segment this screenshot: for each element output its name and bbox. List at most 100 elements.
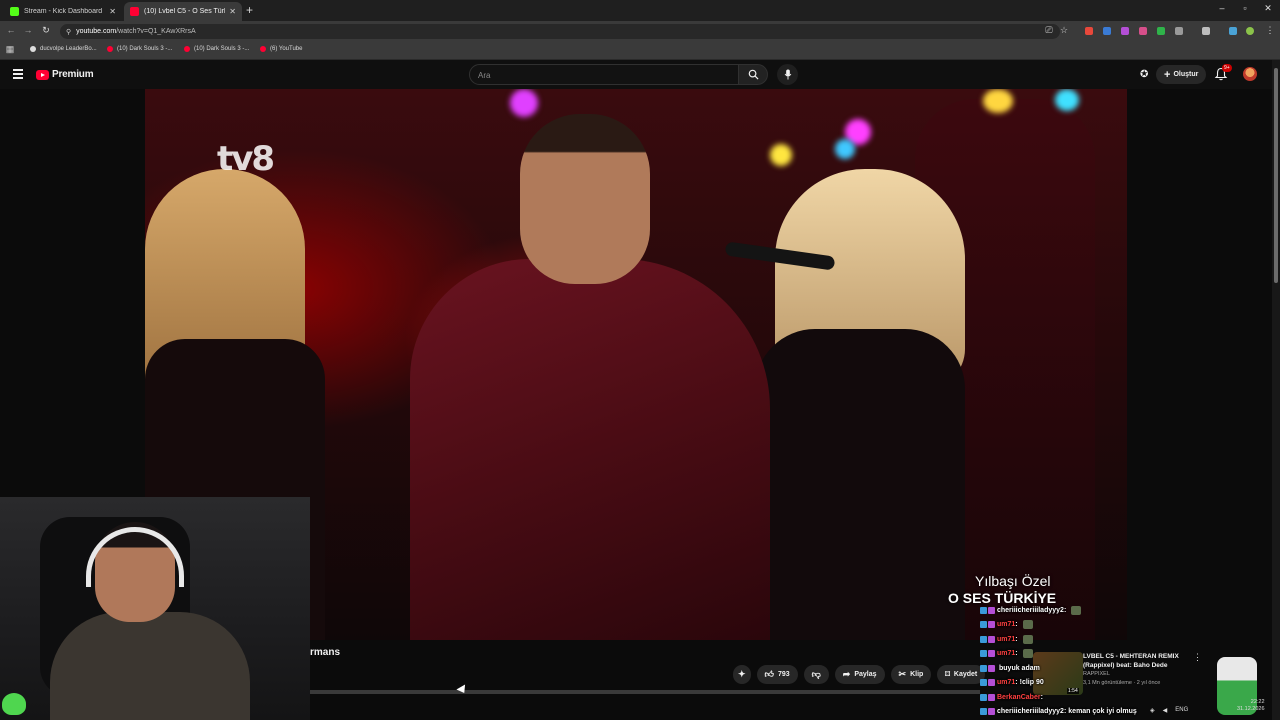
chat-separator: :	[1015, 650, 1018, 658]
more-options-icon[interactable]: ⋮	[1193, 652, 1202, 663]
chat-badges	[980, 693, 995, 701]
side-panel-icon[interactable]	[1202, 27, 1210, 35]
chat-username[interactable]: cheriiicheriiiladyyy2	[997, 607, 1064, 614]
like-button[interactable]: 👍︎ 793	[756, 665, 798, 684]
forward-arrow-icon[interactable]: →	[22, 25, 34, 35]
minimize-button[interactable]: –	[1215, 3, 1229, 13]
system-clock[interactable]: 22:22 31.12.2026	[1237, 699, 1265, 713]
search-input[interactable]: Ara	[469, 64, 739, 85]
youtube-masthead: Premium Ara ✪ + Oluştur 9+	[0, 60, 1280, 89]
extension-icon[interactable]	[1085, 27, 1093, 35]
search-button[interactable]	[738, 64, 768, 85]
green-emote-icon	[2, 693, 26, 715]
chat-username[interactable]: um71	[997, 636, 1015, 643]
stream-chat-overlay: cheriiicheriiiladyyy2 : um71 : um71 : um71 …	[980, 603, 1180, 719]
back-arrow-icon[interactable]: ←	[5, 25, 17, 35]
url-host: youtube.com	[76, 28, 117, 35]
extension-icon[interactable]	[1121, 27, 1129, 35]
chat-emote-icon	[1022, 620, 1033, 630]
extensions-puzzle-icon[interactable]	[1175, 27, 1183, 35]
chat-separator: :	[1015, 679, 1018, 687]
extension-icon[interactable]	[1139, 27, 1147, 35]
video-frame-performer	[410, 259, 770, 640]
subscriber-badge-icon	[988, 650, 995, 658]
chat-separator: :	[1015, 635, 1018, 643]
menu-hamburger-icon[interactable]	[13, 69, 23, 79]
profile-avatar-icon[interactable]	[1246, 27, 1254, 35]
language-indicator[interactable]: ENG	[1175, 707, 1188, 713]
reload-icon[interactable]: ↻	[40, 25, 52, 36]
bookmark-item[interactable]: ducvolpe LeaderBo...	[30, 46, 97, 52]
address-bar[interactable]: ⚲ youtube.com /watch?v=Q1_KAwXRrsA	[60, 24, 1060, 39]
extension-icon[interactable]	[1229, 27, 1237, 35]
thumbs-down-icon: 👎︎	[811, 669, 821, 679]
bookmark-star-icon[interactable]: ☆	[1058, 25, 1070, 36]
create-button[interactable]: + Oluştur	[1156, 65, 1207, 84]
browser-menu-icon[interactable]: ⋮	[1264, 25, 1276, 36]
chat-username[interactable]: cheriiicheriiiladyyy2	[997, 708, 1064, 715]
chat-separator: :	[1063, 708, 1067, 716]
stage-light	[770, 144, 792, 166]
tab-youtube-video[interactable]: (10) Lvbel C5 - O Ses Türkiy... ✕	[124, 2, 242, 21]
video-actions: ✦ 👍︎ 793 👎︎ ➦ Paylaş ✂ Klip ⌑ Kaydet	[733, 665, 986, 684]
dislike-button[interactable]: 👎︎	[803, 665, 829, 684]
new-tab-button[interactable]: +	[246, 3, 253, 17]
subscriber-badge-icon	[988, 708, 995, 716]
bookmark-item[interactable]: (10) Dark Souls 3 -...	[107, 46, 172, 52]
stage-light	[983, 89, 1013, 113]
tab-kick-dashboard[interactable]: Stream - Kick Dashboard ✕	[4, 2, 122, 21]
bookmark-item[interactable]: (10) Dark Souls 3 -...	[184, 46, 249, 52]
chat-username[interactable]: BerkanCaber	[997, 694, 1041, 701]
tab-label: (10) Lvbel C5 - O Ses Türkiy...	[144, 8, 225, 15]
volume-icon[interactable]: ◀	[1163, 707, 1168, 714]
chat-emote-icon	[1022, 634, 1033, 644]
chat-message: um71 :	[980, 647, 1180, 662]
tab-label: Stream - Kick Dashboard	[24, 8, 103, 15]
premium-hype-button[interactable]: ✦	[733, 665, 751, 684]
chat-username[interactable]: um71	[997, 650, 1015, 657]
subscriber-badge-icon	[980, 708, 987, 716]
youtube-premium-logo[interactable]: Premium	[36, 69, 94, 80]
share-button[interactable]: ➦ Paylaş	[834, 665, 885, 684]
chat-emote-icon	[1071, 605, 1082, 615]
hype-icon: ✦	[738, 669, 746, 679]
save-button[interactable]: ⌑ Kaydet	[937, 665, 986, 684]
bookmark-item[interactable]: (6) YouTube	[260, 46, 302, 52]
voice-search-button[interactable]	[777, 64, 798, 85]
subscriber-badge-icon	[980, 606, 987, 614]
network-icon[interactable]: ◈	[1150, 707, 1155, 714]
streamer-webcam	[0, 497, 310, 720]
youtube-favicon-icon	[184, 46, 190, 52]
cast-icon[interactable]: ✪	[1140, 69, 1148, 80]
chat-text: !clip 90	[1019, 679, 1044, 687]
tv8-channel-logo: tv8	[217, 139, 275, 179]
chat-message: um71 : !clip 90	[980, 676, 1180, 691]
install-app-icon[interactable]: ⎚	[1043, 25, 1055, 36]
bookmark-favicon-icon	[30, 46, 36, 52]
youtube-favicon-icon	[130, 7, 139, 16]
scrollbar-thumb[interactable]	[1274, 68, 1278, 283]
apps-grid-icon[interactable]: ▦	[4, 44, 16, 55]
subscriber-badge-icon	[980, 650, 987, 658]
extension-icon[interactable]	[1157, 27, 1165, 35]
youtube-favicon-icon	[260, 46, 266, 52]
close-tab-icon[interactable]: ✕	[229, 7, 236, 16]
bookmark-label: (6) YouTube	[270, 46, 303, 52]
browser-tab-strip: Stream - Kick Dashboard ✕ (10) Lvbel C5 …	[0, 0, 1280, 21]
chat-username[interactable]: um71	[997, 679, 1015, 686]
save-label: Kaydet	[953, 671, 978, 678]
stage-light	[510, 89, 538, 117]
video-frame-performer-head	[520, 114, 650, 284]
clip-button[interactable]: ✂ Klip	[890, 665, 932, 684]
close-tab-icon[interactable]: ✕	[109, 7, 116, 16]
subscriber-badge-icon	[980, 679, 987, 687]
account-avatar[interactable]	[1243, 67, 1257, 81]
bookmark-label: (10) Dark Souls 3 -...	[194, 46, 250, 52]
clip-label: Klip	[910, 671, 924, 678]
subscriber-badge-icon	[988, 693, 995, 701]
extension-icon[interactable]	[1103, 27, 1111, 35]
close-window-button[interactable]: ✕	[1261, 3, 1275, 14]
chat-username[interactable]: um71	[997, 621, 1015, 628]
site-info-icon[interactable]: ⚲	[66, 28, 71, 36]
maximize-button[interactable]: ▫	[1238, 3, 1252, 13]
